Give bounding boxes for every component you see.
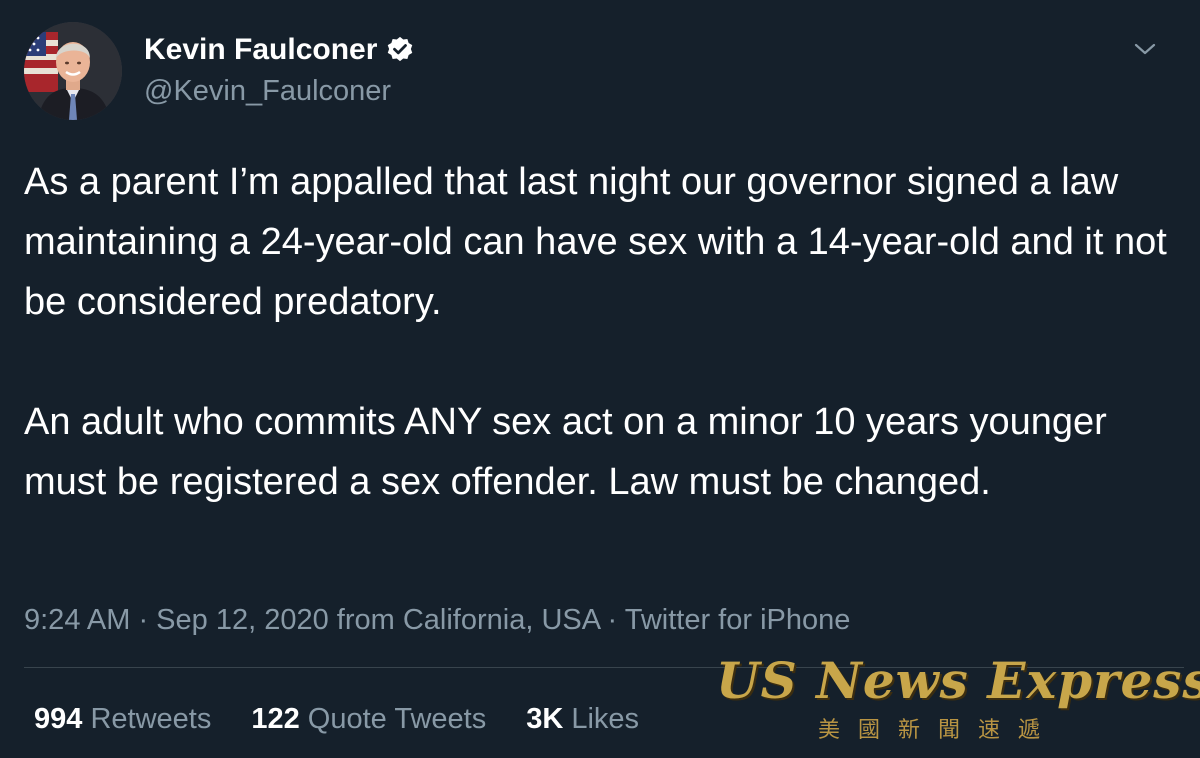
tweet-paragraph: As a parent I’m appalled that last night…	[24, 161, 1178, 323]
watermark: US News Express 美國新聞速遞	[716, 648, 1200, 752]
quote-tweets-count: 122	[251, 703, 300, 735]
tweet-text: As a parent I’m appalled that last night…	[24, 152, 1184, 512]
verified-badge-icon	[385, 35, 415, 65]
display-name-row[interactable]: Kevin Faulconer	[144, 30, 415, 70]
quote-tweets-label: Quote Tweets	[307, 703, 487, 735]
tweet-paragraph: An adult who commits ANY sex act on a mi…	[24, 401, 1118, 503]
likes-stat[interactable]: 3K Likes	[526, 698, 639, 740]
tweet-card: Kevin Faulconer @Kevin_Faulconer As a pa…	[0, 0, 1200, 758]
quote-tweets-stat[interactable]: 122 Quote Tweets	[251, 698, 486, 740]
likes-count: 3K	[526, 703, 564, 735]
user-handle[interactable]: @Kevin_Faulconer	[144, 72, 415, 110]
avatar[interactable]	[24, 22, 122, 120]
author-info: Kevin Faulconer @Kevin_Faulconer	[144, 30, 415, 110]
chevron-down-icon[interactable]	[1130, 34, 1160, 64]
tweet-meta[interactable]: 9:24 AM · Sep 12, 2020 from California, …	[24, 600, 850, 640]
retweets-label: Retweets	[90, 703, 212, 735]
avatar-image	[24, 22, 122, 120]
retweets-stat[interactable]: 994 Retweets	[34, 698, 211, 740]
watermark-subtitle: 美國新聞速遞	[818, 718, 1059, 743]
retweets-count: 994	[34, 703, 83, 735]
likes-label: Likes	[571, 703, 640, 735]
display-name[interactable]: Kevin Faulconer	[144, 30, 377, 70]
watermark-title: US News Express	[716, 651, 1200, 710]
engagement-stats: 994 Retweets 122 Quote Tweets 3K Likes	[34, 698, 639, 740]
